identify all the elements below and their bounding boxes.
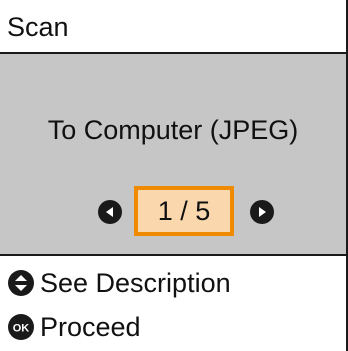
page-title: Scan xyxy=(7,12,69,42)
next-arrow-icon[interactable] xyxy=(250,200,274,224)
proceed-label: Proceed xyxy=(40,312,141,342)
ok-icon-text: OK xyxy=(13,323,30,335)
ok-button-icon: OK xyxy=(8,314,34,340)
page-separator: / xyxy=(180,196,188,226)
page-selector[interactable]: 1 / 5 xyxy=(98,182,274,240)
total-pages: 5 xyxy=(195,196,211,226)
current-page: 1 xyxy=(157,196,173,226)
header-bar: Scan xyxy=(0,0,346,54)
selection-panel: To Computer (JPEG) 1 / 5 xyxy=(0,54,346,256)
scan-screen: Scan To Computer (JPEG) 1 / 5 See Descri… xyxy=(0,0,348,351)
previous-arrow-icon[interactable] xyxy=(98,200,122,224)
scan-destination-label: To Computer (JPEG) xyxy=(47,115,299,145)
up-down-arrows-icon xyxy=(8,270,34,296)
page-counter: 1 / 5 xyxy=(134,186,234,236)
see-description-label: See Description xyxy=(40,268,231,298)
